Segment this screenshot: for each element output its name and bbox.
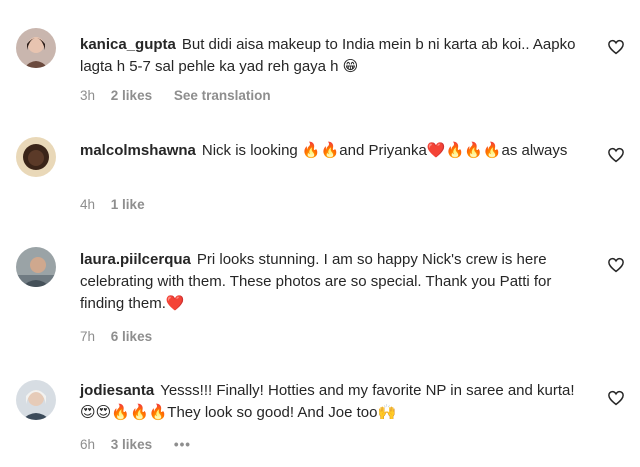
comment-body: Yesss!!! Finally! Hotties and my favorit… [80, 382, 575, 421]
comment-username[interactable]: kanica_gupta [80, 36, 176, 53]
heart-outline-icon[interactable] [607, 38, 625, 56]
comment-text: malcolmshawna Nick is looking 🔥🔥and Priya… [80, 140, 585, 162]
avatar[interactable] [16, 247, 56, 287]
heart-outline-icon[interactable] [607, 389, 625, 407]
avatar[interactable] [16, 380, 56, 420]
comment-meta: 3h 2 likes See translation [80, 88, 289, 103]
comment-likes[interactable]: 1 like [111, 197, 145, 212]
heart-outline-icon[interactable] [607, 256, 625, 274]
avatar[interactable] [16, 28, 56, 68]
avatar[interactable] [16, 137, 56, 177]
comment-text: laura.piilcerqua Pri looks stunning. I am… [80, 249, 585, 315]
see-translation-link[interactable]: See translation [174, 88, 271, 103]
comment-time[interactable]: 3h [80, 88, 95, 103]
comment-body: Nick is looking 🔥🔥and Priyanka❤️🔥🔥🔥as al… [201, 142, 568, 159]
comment-time[interactable]: 6h [80, 437, 95, 452]
comment-text: kanica_gupta But didi aisa makeup to Indi… [80, 34, 585, 78]
comment-username[interactable]: jodiesanta [80, 382, 154, 399]
comment-username[interactable]: laura.piilcerqua [80, 251, 191, 268]
comment-time[interactable]: 7h [80, 329, 95, 344]
comment-meta: 7h 6 likes [80, 329, 170, 344]
comment-meta: 6h 3 likes ••• [80, 437, 209, 452]
heart-outline-icon[interactable] [607, 146, 625, 164]
more-horizontal-icon[interactable]: ••• [174, 437, 191, 452]
comment-time[interactable]: 4h [80, 197, 95, 212]
comment-meta: 4h 1 like [80, 197, 163, 212]
comment-likes[interactable]: 3 likes [111, 437, 152, 452]
comment-username[interactable]: malcolmshawna [80, 142, 196, 159]
comment-text: jodiesanta Yesss!!! Finally! Hotties and … [80, 380, 585, 424]
comment-likes[interactable]: 6 likes [111, 329, 152, 344]
comment-likes[interactable]: 2 likes [111, 88, 152, 103]
